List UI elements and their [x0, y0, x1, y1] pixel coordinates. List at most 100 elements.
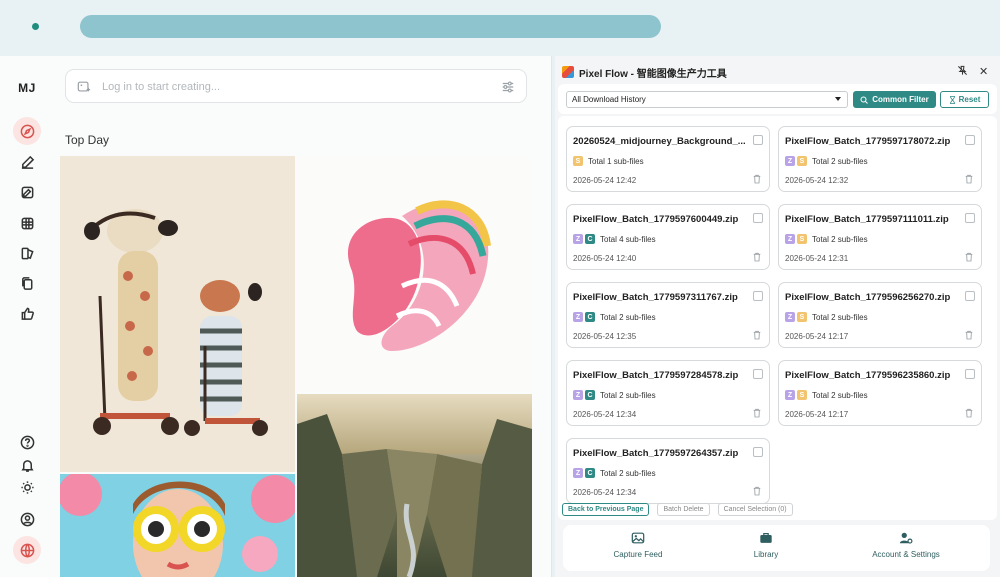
download-card-tags: Z S Total 2 sub-files: [785, 234, 868, 244]
nav-library-label: Library: [753, 550, 779, 559]
download-card[interactable]: 20260524_midjourney_Background_... S Total…: [566, 126, 770, 192]
download-card-date: 2026-05-24 12:34: [573, 488, 637, 497]
edit-icon[interactable]: [13, 178, 41, 206]
explore-icon[interactable]: [13, 117, 41, 145]
add-image-icon[interactable]: [77, 80, 91, 94]
theme-sun-icon[interactable]: [13, 473, 41, 501]
download-card[interactable]: PixelFlow_Batch_1779597178072.zip Z S Total…: [778, 126, 982, 192]
trash-icon[interactable]: [965, 408, 973, 418]
create-icon[interactable]: [13, 148, 41, 176]
settings-sliders-icon[interactable]: [501, 80, 515, 94]
image-gallery: [60, 156, 532, 577]
download-card[interactable]: PixelFlow_Batch_1779597284578.zip Z C Total…: [566, 360, 770, 426]
download-card-checkbox[interactable]: [753, 447, 763, 457]
app-logo[interactable]: MJ: [0, 81, 54, 95]
download-card[interactable]: PixelFlow_Batch_1779597111011.zip Z S Total…: [778, 204, 982, 270]
history-select-value: All Download History: [572, 95, 646, 104]
download-card-date: 2026-05-24 12:35: [573, 332, 637, 341]
reset-button[interactable]: Reset: [940, 91, 989, 108]
organize-grid-icon[interactable]: [13, 209, 41, 237]
gallery-image-sunglasses[interactable]: [60, 474, 295, 577]
download-card-date: 2026-05-24 12:34: [573, 410, 637, 419]
panel-title: Pixel Flow - 智能图像生产力工具: [579, 68, 727, 80]
download-card-total: Total 1 sub-files: [588, 156, 644, 166]
trash-icon[interactable]: [965, 174, 973, 184]
download-card-checkbox[interactable]: [753, 369, 763, 379]
common-filter-label: Common Filter: [872, 95, 929, 104]
nav-library[interactable]: Library: [701, 531, 831, 559]
reset-label: Reset: [958, 95, 981, 104]
back-button[interactable]: Back to Previous Page: [562, 503, 650, 516]
language-globe-icon[interactable]: [13, 536, 41, 564]
source-tag-s: S: [797, 390, 807, 400]
download-card-filename: PixelFlow_Batch_1779597600449.zip: [573, 214, 739, 225]
download-card[interactable]: PixelFlow_Batch_1779597264357.zip Z C Total…: [566, 438, 770, 504]
download-card-filename: PixelFlow_Batch_1779597284578.zip: [573, 370, 739, 381]
trash-icon[interactable]: [965, 252, 973, 262]
image-icon: [631, 532, 645, 544]
download-card-checkbox[interactable]: [753, 213, 763, 223]
gallery-image-dogs-scooters[interactable]: [60, 156, 295, 472]
copy-icon[interactable]: [13, 269, 41, 297]
filter-toolbar: All Download History Common Filter Reset: [558, 84, 997, 114]
download-card-filename: PixelFlow_Batch_1779597111011.zip: [785, 214, 949, 225]
download-card-tags: Z C Total 2 sub-files: [573, 312, 656, 322]
download-card-checkbox[interactable]: [965, 291, 975, 301]
gallery-image-canyon[interactable]: [297, 394, 532, 577]
download-card-filename: 20260524_midjourney_Background_...: [573, 136, 746, 147]
midjourney-app: MJ Log in to start creating... Top Day: [0, 56, 552, 577]
nav-capture-feed[interactable]: Capture Feed: [573, 531, 703, 559]
cancel-selection-button[interactable]: Cancel Selection (0): [717, 503, 793, 516]
trash-icon[interactable]: [753, 174, 761, 184]
nav-account-settings[interactable]: Account & Settings: [841, 531, 971, 559]
source-tag-s: S: [797, 312, 807, 322]
pixel-flow-logo-icon: [562, 66, 574, 78]
search-placeholder: Log in to start creating...: [102, 81, 221, 93]
section-title: Top Day: [65, 133, 110, 147]
trash-icon[interactable]: [753, 486, 761, 496]
prompt-search-bar[interactable]: Log in to start creating...: [65, 69, 527, 103]
source-tag-s: S: [797, 234, 807, 244]
moodboard-icon[interactable]: [13, 239, 41, 267]
download-card-checkbox[interactable]: [965, 369, 975, 379]
trash-icon[interactable]: [753, 252, 761, 262]
source-tag-z: Z: [573, 390, 583, 400]
history-select[interactable]: All Download History: [566, 91, 848, 108]
download-card-filename: PixelFlow_Batch_1779596235860.zip: [785, 370, 951, 381]
thumbs-up-icon[interactable]: [13, 299, 41, 327]
download-card-checkbox[interactable]: [965, 213, 975, 223]
source-tag-z: Z: [785, 312, 795, 322]
source-tag-c: C: [585, 468, 595, 478]
download-card[interactable]: PixelFlow_Batch_1779597311767.zip Z C Total…: [566, 282, 770, 348]
download-card-checkbox[interactable]: [965, 135, 975, 145]
download-card[interactable]: PixelFlow_Batch_1779596256270.zip Z S Total…: [778, 282, 982, 348]
close-icon[interactable]: ✕: [979, 65, 988, 78]
bottom-nav: Capture Feed Library Account & Settings: [563, 525, 990, 571]
download-card-checkbox[interactable]: [753, 291, 763, 301]
download-card-total: Total 4 sub-files: [600, 234, 656, 244]
download-card[interactable]: PixelFlow_Batch_1779597600449.zip Z C Total…: [566, 204, 770, 270]
download-card-tags: Z S Total 2 sub-files: [785, 156, 868, 166]
download-card-checkbox[interactable]: [753, 135, 763, 145]
source-tag-z: Z: [785, 390, 795, 400]
url-bar[interactable]: [80, 15, 661, 38]
profile-icon[interactable]: [13, 505, 41, 533]
source-tag-c: C: [585, 390, 595, 400]
gallery-image-seashell[interactable]: [297, 156, 532, 392]
nav-account-label: Account & Settings: [872, 550, 940, 559]
unpin-icon[interactable]: [957, 65, 968, 79]
trash-icon[interactable]: [753, 330, 761, 340]
status-dot: [32, 23, 39, 30]
source-tag-z: Z: [573, 312, 583, 322]
trash-icon[interactable]: [753, 408, 761, 418]
batch-delete-button[interactable]: Batch Delete: [657, 503, 710, 516]
chevron-down-icon: [835, 97, 841, 101]
download-card[interactable]: PixelFlow_Batch_1779596235860.zip Z S Total…: [778, 360, 982, 426]
nav-capture-label: Capture Feed: [613, 550, 663, 559]
browser-top-bar: [0, 0, 1000, 56]
download-card-total: Total 2 sub-files: [812, 156, 868, 166]
pixel-flow-panel: Pixel Flow - 智能图像生产力工具 ✕ All Download Hi…: [555, 56, 1000, 577]
common-filter-button[interactable]: Common Filter: [853, 91, 936, 108]
left-rail: MJ: [0, 56, 54, 577]
trash-icon[interactable]: [965, 330, 973, 340]
